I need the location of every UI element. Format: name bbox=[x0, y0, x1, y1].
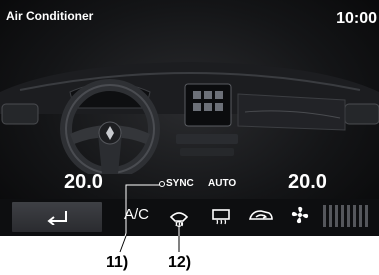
fan-level-bar bbox=[323, 205, 326, 227]
sync-label[interactable]: SYNC bbox=[166, 178, 194, 189]
fan-level-bar bbox=[365, 205, 368, 227]
right-temperature[interactable]: 20.0 bbox=[288, 171, 327, 194]
fan-level-bar bbox=[359, 205, 362, 227]
recirculation-icon[interactable] bbox=[248, 205, 274, 227]
fan-level-bar bbox=[329, 205, 332, 227]
left-temperature[interactable]: 20.0 bbox=[64, 171, 103, 194]
fan-level-bar bbox=[353, 205, 356, 227]
back-arrow-icon bbox=[47, 211, 67, 225]
clock: 10:00 bbox=[336, 10, 377, 27]
callout-12: 12) bbox=[168, 254, 192, 271]
fan-level-bar bbox=[347, 205, 350, 227]
fan-level-bar bbox=[341, 205, 344, 227]
callout-11: 11) bbox=[106, 254, 129, 271]
screen-title: Air Conditioner bbox=[6, 9, 94, 23]
ac-button[interactable]: A/C bbox=[124, 206, 149, 223]
ac-screen: Air Conditioner 10:00 20.0 20.0 SYNC AUT… bbox=[0, 0, 379, 236]
fan-level-indicator[interactable] bbox=[323, 205, 371, 227]
fan-level-bar bbox=[335, 205, 338, 227]
auto-label[interactable]: AUTO bbox=[208, 178, 236, 189]
rear-defrost-icon[interactable] bbox=[210, 205, 232, 227]
front-defrost-icon[interactable] bbox=[168, 205, 190, 227]
fan-icon[interactable] bbox=[290, 205, 310, 225]
back-button[interactable] bbox=[12, 202, 102, 232]
dashboard-illustration bbox=[0, 62, 379, 174]
